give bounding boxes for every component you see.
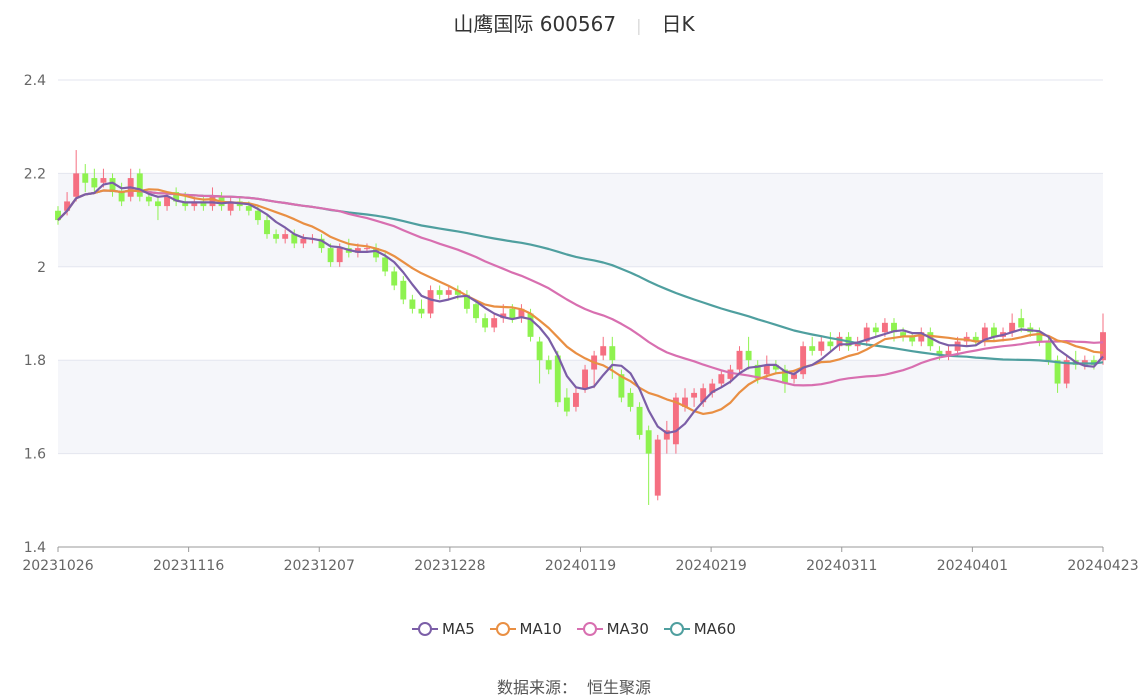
candle-body bbox=[1045, 341, 1052, 361]
candle-body bbox=[563, 397, 570, 412]
candle-body bbox=[691, 392, 698, 398]
x-tick-label: 20231228 bbox=[414, 558, 485, 574]
candle-body bbox=[254, 210, 261, 221]
candle-body bbox=[636, 406, 643, 435]
data-source: 数据来源： 恒生聚源 bbox=[0, 674, 1148, 698]
legend-ma10-icon bbox=[489, 622, 516, 636]
x-tick-label: 20240119 bbox=[545, 558, 616, 574]
candle-body bbox=[600, 346, 607, 356]
y-tick-label: 1.8 bbox=[24, 353, 46, 369]
legend-ma5-icon bbox=[412, 622, 438, 636]
candle-body bbox=[809, 346, 816, 351]
x-tick-label: 20231026 bbox=[22, 558, 93, 574]
candle-body bbox=[1054, 360, 1061, 384]
legend-ma60-icon bbox=[663, 622, 690, 636]
x-tick-label: 20240423 bbox=[1067, 558, 1138, 574]
candle-body bbox=[645, 430, 652, 454]
candle-body bbox=[909, 336, 916, 342]
candle-body bbox=[818, 341, 825, 351]
candle-body bbox=[509, 308, 516, 319]
candle-body bbox=[582, 369, 588, 389]
candle-body bbox=[382, 257, 389, 272]
candle-body bbox=[145, 196, 152, 202]
x-tick-label: 20240219 bbox=[675, 558, 746, 574]
candle-body bbox=[336, 248, 343, 263]
candle-body bbox=[418, 308, 425, 314]
candle-body bbox=[155, 201, 161, 207]
y-tick-label: 1.4 bbox=[24, 540, 46, 556]
candle-body bbox=[881, 322, 888, 333]
candle-body bbox=[482, 318, 489, 328]
candle-body bbox=[273, 234, 280, 239]
candle-body bbox=[473, 304, 479, 319]
candle-body bbox=[491, 318, 498, 328]
y-tick-label: 2 bbox=[37, 260, 46, 276]
candle-body bbox=[872, 327, 879, 333]
legend-item-ma30[interactable]: MA30 bbox=[576, 620, 649, 638]
candle-body bbox=[364, 248, 370, 250]
candle-body bbox=[445, 290, 452, 295]
y-tick-label: 1.6 bbox=[24, 447, 46, 463]
candle-body bbox=[827, 341, 834, 347]
candle-body bbox=[545, 360, 552, 370]
chart-legend: MA5 MA10 MA30 MA60 bbox=[0, 620, 1148, 641]
candle-body bbox=[627, 392, 634, 407]
candle-body bbox=[573, 392, 579, 407]
candle-body bbox=[1100, 332, 1106, 361]
grid-band bbox=[58, 360, 1103, 454]
candle-body bbox=[436, 290, 443, 295]
x-tick-label: 20231207 bbox=[284, 558, 355, 574]
candle-body bbox=[82, 173, 89, 183]
x-tick-label: 20240311 bbox=[806, 558, 877, 574]
candle-body bbox=[164, 196, 170, 207]
candle-body bbox=[264, 220, 270, 235]
candle-body bbox=[73, 173, 80, 197]
candle-body bbox=[427, 290, 434, 314]
legend-item-ma5[interactable]: MA5 bbox=[412, 620, 475, 638]
legend-item-ma60[interactable]: MA60 bbox=[663, 620, 736, 638]
candle-body bbox=[282, 234, 289, 239]
candle-body bbox=[391, 271, 398, 286]
legend-label-ma5: MA5 bbox=[442, 620, 475, 638]
candle-body bbox=[136, 173, 143, 197]
candle-body bbox=[672, 397, 679, 445]
candle-body bbox=[245, 206, 252, 211]
y-tick-label: 2.4 bbox=[24, 73, 46, 89]
source-label: 数据来源： bbox=[496, 678, 577, 697]
candle-body bbox=[736, 350, 743, 370]
x-tick-label: 20231116 bbox=[153, 558, 224, 574]
y-tick-label: 2.2 bbox=[24, 166, 46, 182]
candle-body bbox=[536, 341, 543, 361]
candle-body bbox=[718, 374, 725, 384]
grid-band bbox=[58, 173, 1103, 267]
source-value: 恒生聚源 bbox=[587, 678, 652, 697]
candle-body bbox=[1018, 318, 1025, 328]
candle-body bbox=[300, 238, 307, 244]
candle-body bbox=[327, 248, 334, 263]
candle-body bbox=[118, 192, 125, 202]
candle-body bbox=[745, 350, 752, 361]
legend-label-ma60: MA60 bbox=[693, 620, 736, 638]
candle-body bbox=[400, 280, 407, 300]
legend-label-ma10: MA10 bbox=[519, 620, 562, 638]
legend-label-ma30: MA30 bbox=[606, 620, 649, 638]
legend-item-ma10[interactable]: MA10 bbox=[489, 620, 562, 638]
candle-body bbox=[409, 299, 416, 309]
candle-body bbox=[91, 178, 98, 188]
candle-body bbox=[609, 346, 616, 361]
x-tick-label: 20240401 bbox=[937, 558, 1008, 574]
candle-body bbox=[527, 313, 534, 337]
candle-body bbox=[100, 178, 107, 183]
candle-body bbox=[654, 439, 661, 496]
candlestick-chart: 2.4 2.2 2 1.8 1.6 1.4 20231026 20231116 20231207… bbox=[22, 73, 1138, 574]
legend-ma30-icon bbox=[576, 622, 603, 636]
